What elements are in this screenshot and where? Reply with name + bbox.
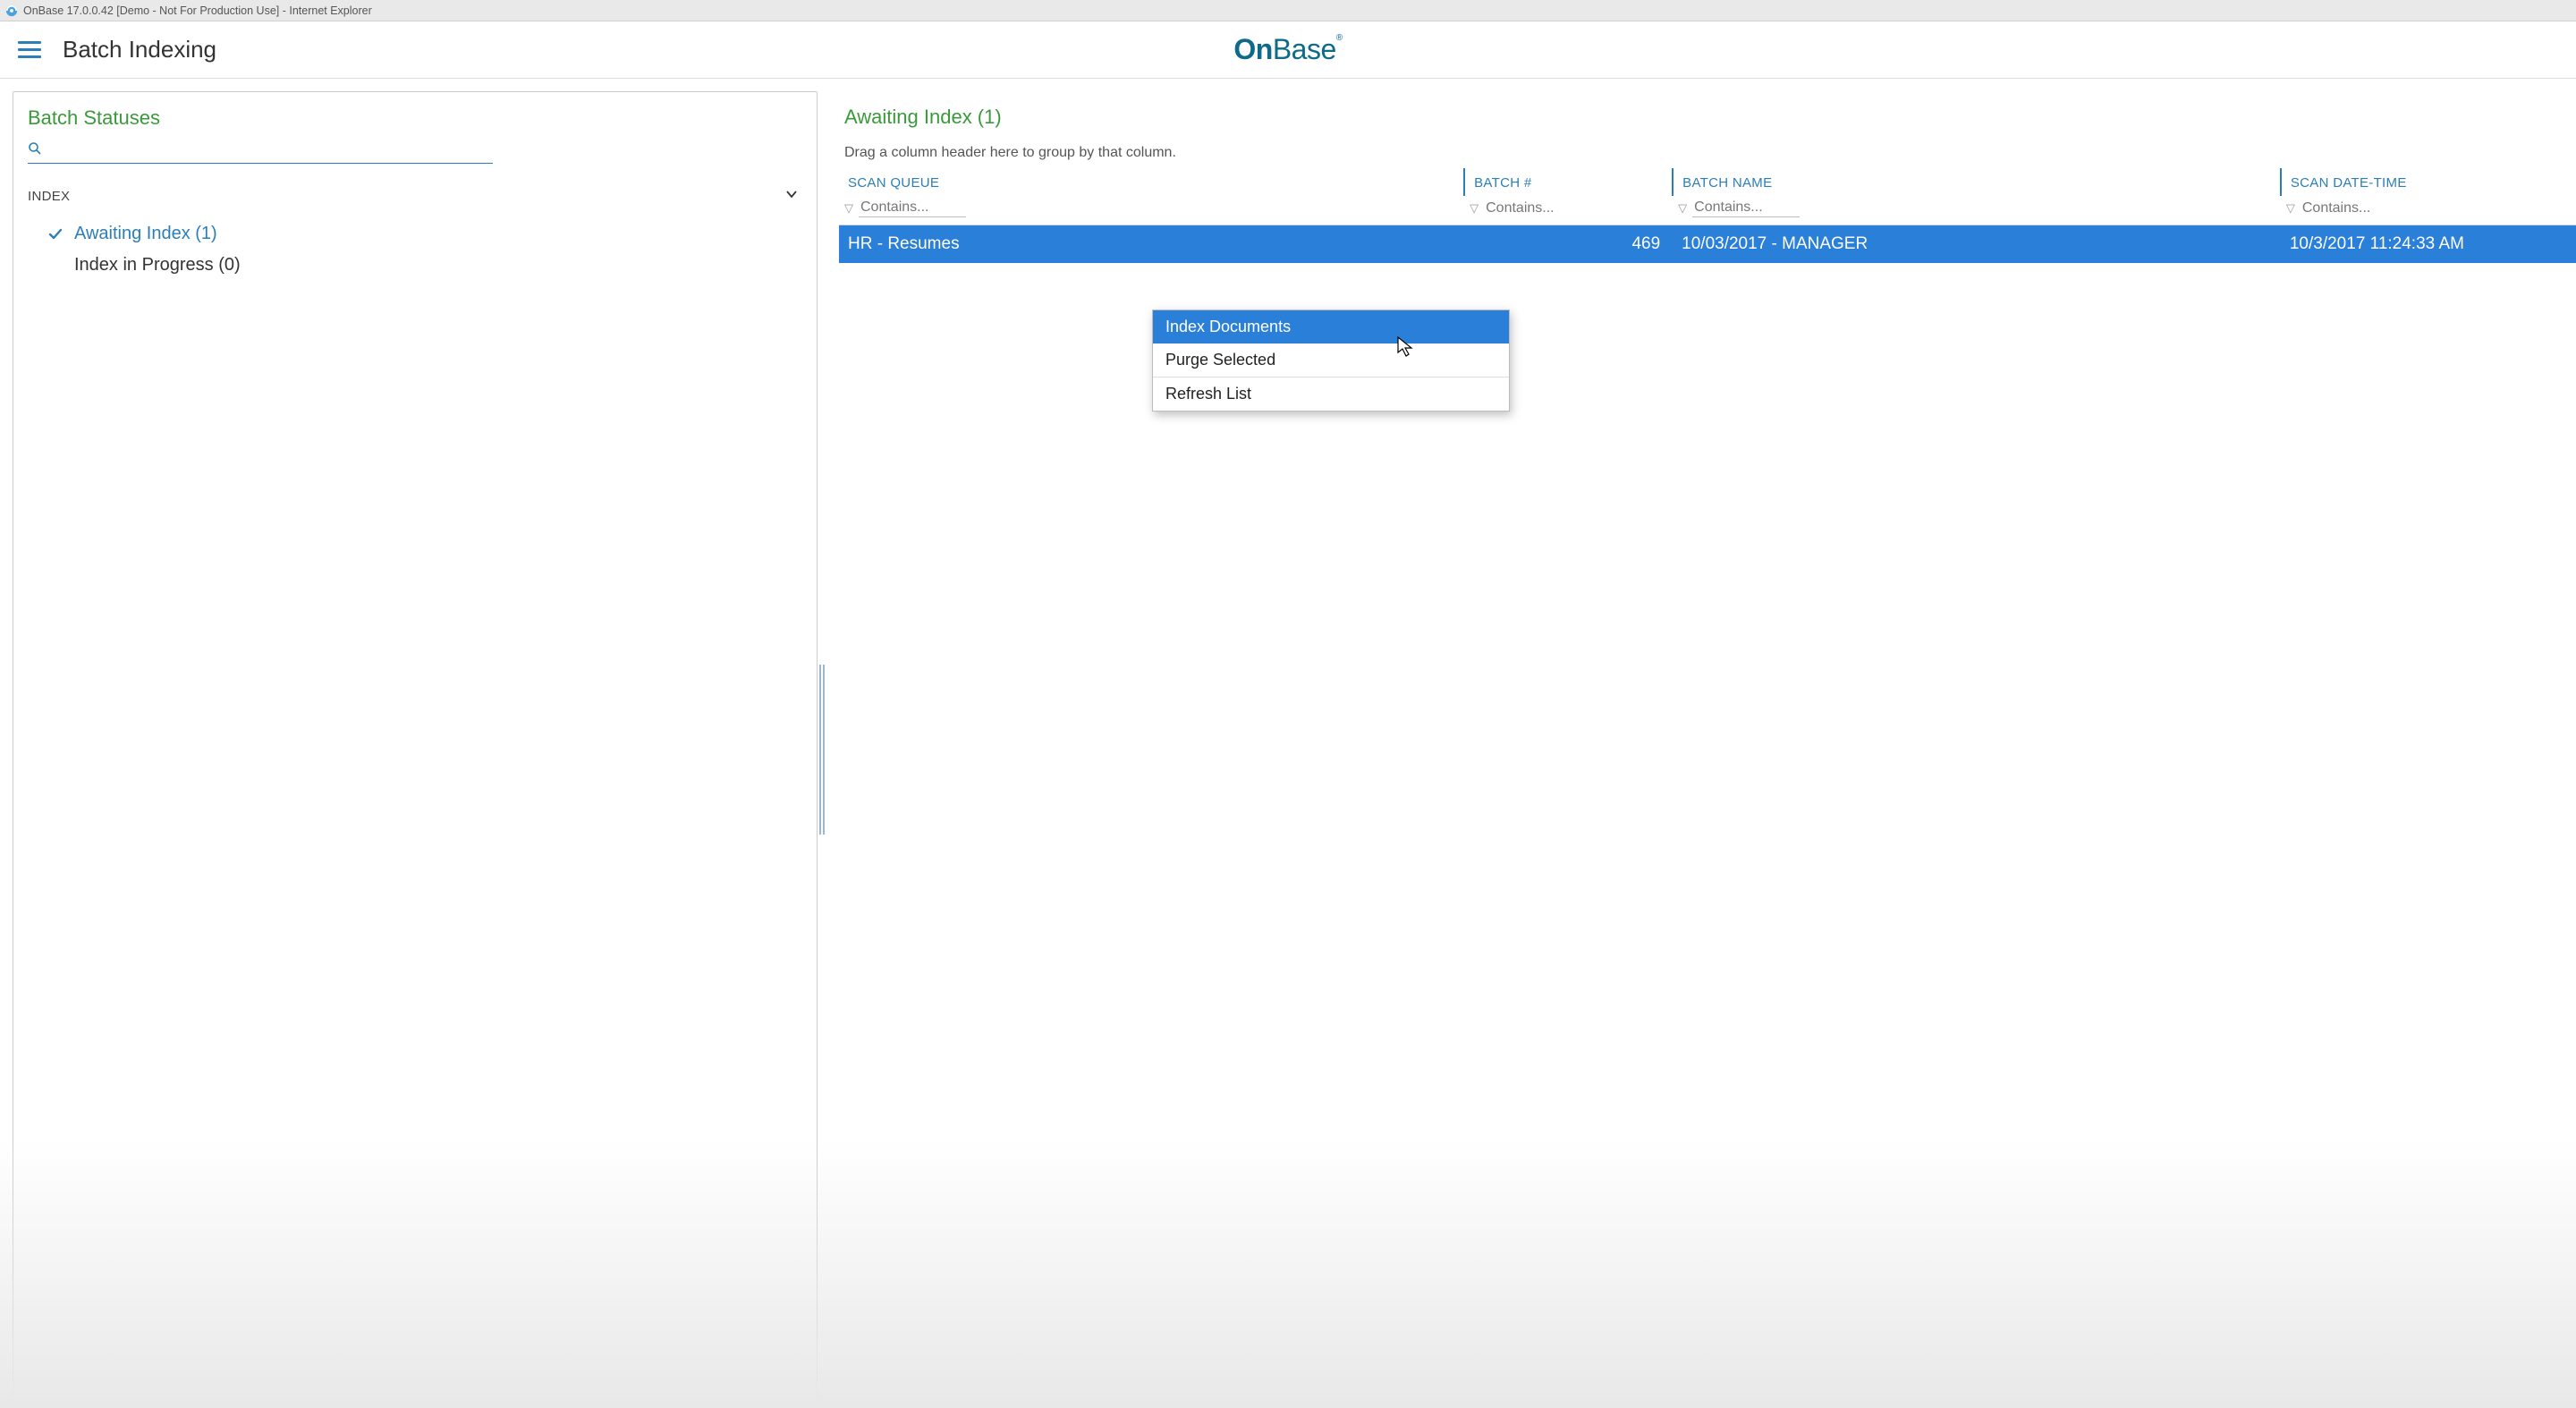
filter-batch-number-text: Contains... — [1484, 200, 1591, 217]
status-awaiting-index[interactable]: Awaiting Index (1) — [46, 218, 802, 250]
batch-grid: SCAN QUEUE BATCH # BATCH NAME SCAN DATE-… — [839, 168, 2576, 263]
menu-purge-selected[interactable]: Purge Selected — [1153, 344, 1509, 377]
filter-batch-number[interactable]: ▽ Contains... — [1470, 200, 1667, 217]
app-header: Batch Indexing OnBase® — [0, 21, 2576, 79]
menu-index-documents[interactable]: Index Documents — [1153, 310, 1509, 344]
status-index-in-progress[interactable]: Index in Progress (0) — [46, 250, 802, 281]
col-scan-datetime[interactable]: SCAN DATE-TIME — [2281, 168, 2576, 196]
batch-list-title: Awaiting Index (1) — [839, 106, 2576, 129]
filter-scan-datetime-text: Contains... — [2301, 200, 2408, 217]
workspace: Batch Statuses INDEX Awaiting Index (1) — [0, 79, 2576, 1408]
table-row[interactable]: HR - Resumes 469 10/03/2017 - MANAGER 10… — [839, 225, 2576, 264]
status-index-in-progress-label: Index in Progress (0) — [74, 255, 241, 276]
filter-row: ▽ Contains... ▽ Contains... ▽ Cont — [839, 196, 2576, 225]
check-icon — [46, 226, 65, 242]
status-awaiting-index-label: Awaiting Index (1) — [74, 224, 217, 244]
filter-scan-queue[interactable]: ▽ Contains... — [844, 199, 1459, 217]
brand-logo: OnBase® — [1233, 33, 1342, 66]
filter-scan-datetime[interactable]: ▽ Contains... — [2286, 200, 2571, 217]
col-batch-name[interactable]: BATCH NAME — [1673, 168, 2281, 196]
window-title: OnBase 17.0.0.42 [Demo - Not For Product… — [23, 4, 372, 17]
menu-refresh-list[interactable]: Refresh List — [1153, 377, 1509, 411]
splitter-grip-icon — [819, 665, 825, 835]
search-input[interactable] — [42, 141, 493, 161]
filter-icon: ▽ — [1678, 201, 1687, 216]
search-row[interactable] — [28, 139, 493, 164]
filter-batch-name-text: Contains... — [1692, 199, 1800, 217]
filter-icon: ▽ — [1470, 201, 1479, 216]
status-tree: Awaiting Index (1) Index in Progress (0) — [28, 218, 802, 281]
ie-icon — [5, 4, 18, 17]
page-title: Batch Indexing — [63, 36, 216, 64]
batch-list-panel: Awaiting Index (1) Drag a column header … — [839, 91, 2576, 1408]
col-batch-number[interactable]: BATCH # — [1464, 168, 1673, 196]
cell-scan-datetime: 10/3/2017 11:24:33 AM — [2281, 225, 2576, 264]
filter-scan-queue-text: Contains... — [859, 199, 966, 217]
brand-on: On — [1233, 33, 1272, 65]
cell-batch-name: 10/03/2017 - MANAGER — [1673, 225, 2281, 264]
col-scan-queue[interactable]: SCAN QUEUE — [839, 168, 1464, 196]
cell-scan-queue: HR - Resumes — [839, 225, 1464, 264]
column-header-row: SCAN QUEUE BATCH # BATCH NAME SCAN DATE-… — [839, 168, 2576, 196]
filter-icon: ▽ — [844, 201, 853, 216]
cell-batch-number: 469 — [1464, 225, 1673, 264]
group-index-header[interactable]: INDEX — [28, 187, 802, 206]
menu-button[interactable] — [18, 38, 43, 63]
context-menu: Index Documents Purge Selected Refresh L… — [1152, 310, 1510, 411]
search-icon — [28, 141, 42, 160]
brand-base: Base — [1273, 33, 1336, 65]
panel-splitter[interactable] — [818, 91, 839, 1408]
filter-icon: ▽ — [2286, 201, 2295, 216]
window-titlebar: OnBase 17.0.0.42 [Demo - Not For Product… — [0, 0, 2576, 21]
group-by-hint[interactable]: Drag a column header here to group by th… — [839, 129, 2576, 168]
filter-batch-name[interactable]: ▽ Contains... — [1678, 199, 2275, 217]
chevron-down-icon — [784, 187, 799, 206]
batch-statuses-panel: Batch Statuses INDEX Awaiting Index (1) — [13, 91, 818, 1408]
group-index-label: INDEX — [28, 189, 70, 204]
batch-statuses-title: Batch Statuses — [28, 106, 802, 130]
